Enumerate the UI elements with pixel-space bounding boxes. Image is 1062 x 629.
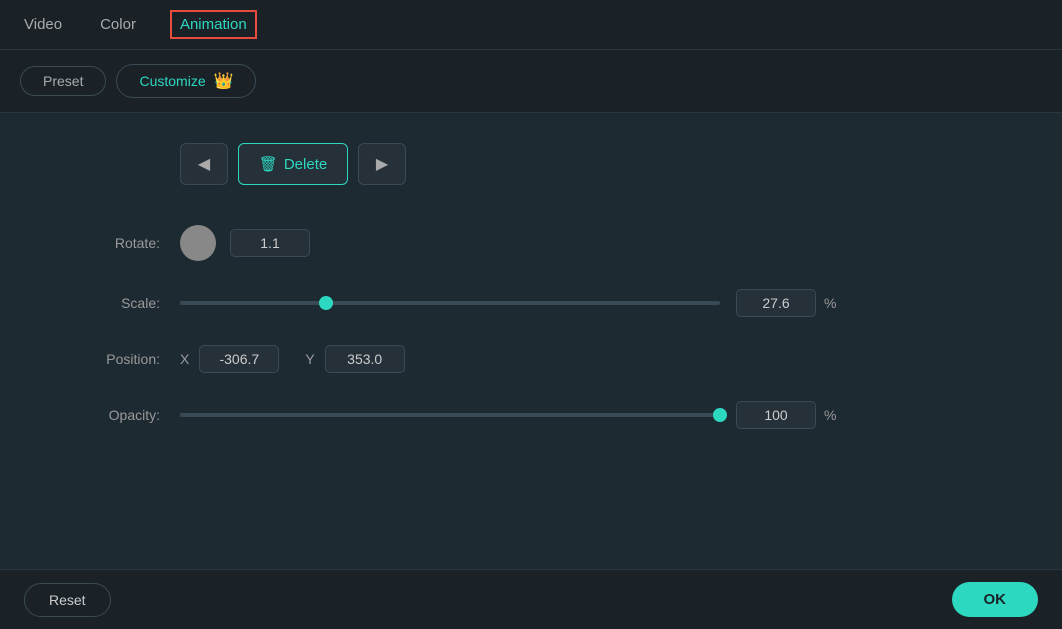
opacity-input[interactable] — [736, 401, 816, 429]
scale-slider-track[interactable] — [180, 301, 720, 305]
back-button[interactable]: ◀ — [180, 143, 228, 185]
opacity-unit: % — [824, 407, 844, 423]
delete-button[interactable]: 🗑 Delete — [238, 143, 348, 185]
rotate-toggle[interactable] — [180, 225, 216, 261]
scale-input[interactable] — [736, 289, 816, 317]
ok-button[interactable]: OK — [952, 582, 1039, 617]
position-y-input[interactable] — [325, 345, 405, 373]
trash-icon: 🗑 — [259, 155, 278, 173]
subtab-preset[interactable]: Preset — [20, 66, 106, 96]
scale-unit: % — [824, 295, 844, 311]
x-axis-label: X — [180, 351, 189, 367]
rotate-label: Rotate: — [40, 235, 180, 251]
top-nav: Video Color Animation — [0, 0, 1062, 50]
scale-label: Scale: — [40, 295, 180, 311]
opacity-slider-track[interactable] — [180, 413, 720, 417]
opacity-label: Opacity: — [40, 407, 180, 423]
bottom-bar: Reset OK — [0, 569, 1062, 629]
reset-button[interactable]: Reset — [24, 583, 111, 617]
subtab-customize[interactable]: Customize 👑 — [116, 64, 256, 98]
nav-tab-video[interactable]: Video — [20, 10, 66, 39]
opacity-row: Opacity: % — [40, 401, 1022, 429]
nav-tab-animation[interactable]: Animation — [170, 10, 257, 39]
rotate-row: Rotate: — [40, 225, 1022, 261]
y-axis-label: Y — [305, 351, 314, 367]
rotate-input[interactable] — [230, 229, 310, 257]
position-group: X Y — [180, 345, 405, 373]
scale-row: Scale: % — [40, 289, 1022, 317]
subtab-row: Preset Customize 👑 — [0, 50, 1062, 113]
crown-icon: 👑 — [214, 73, 234, 90]
main-content: ◀ 🗑 Delete ▶ Rotate: Scale: % Position: … — [0, 113, 1062, 576]
position-label: Position: — [40, 351, 180, 367]
position-row: Position: X Y — [40, 345, 1022, 373]
forward-button[interactable]: ▶ — [358, 143, 406, 185]
action-row: ◀ 🗑 Delete ▶ — [180, 143, 1022, 185]
position-x-input[interactable] — [199, 345, 279, 373]
nav-tab-color[interactable]: Color — [96, 10, 140, 39]
